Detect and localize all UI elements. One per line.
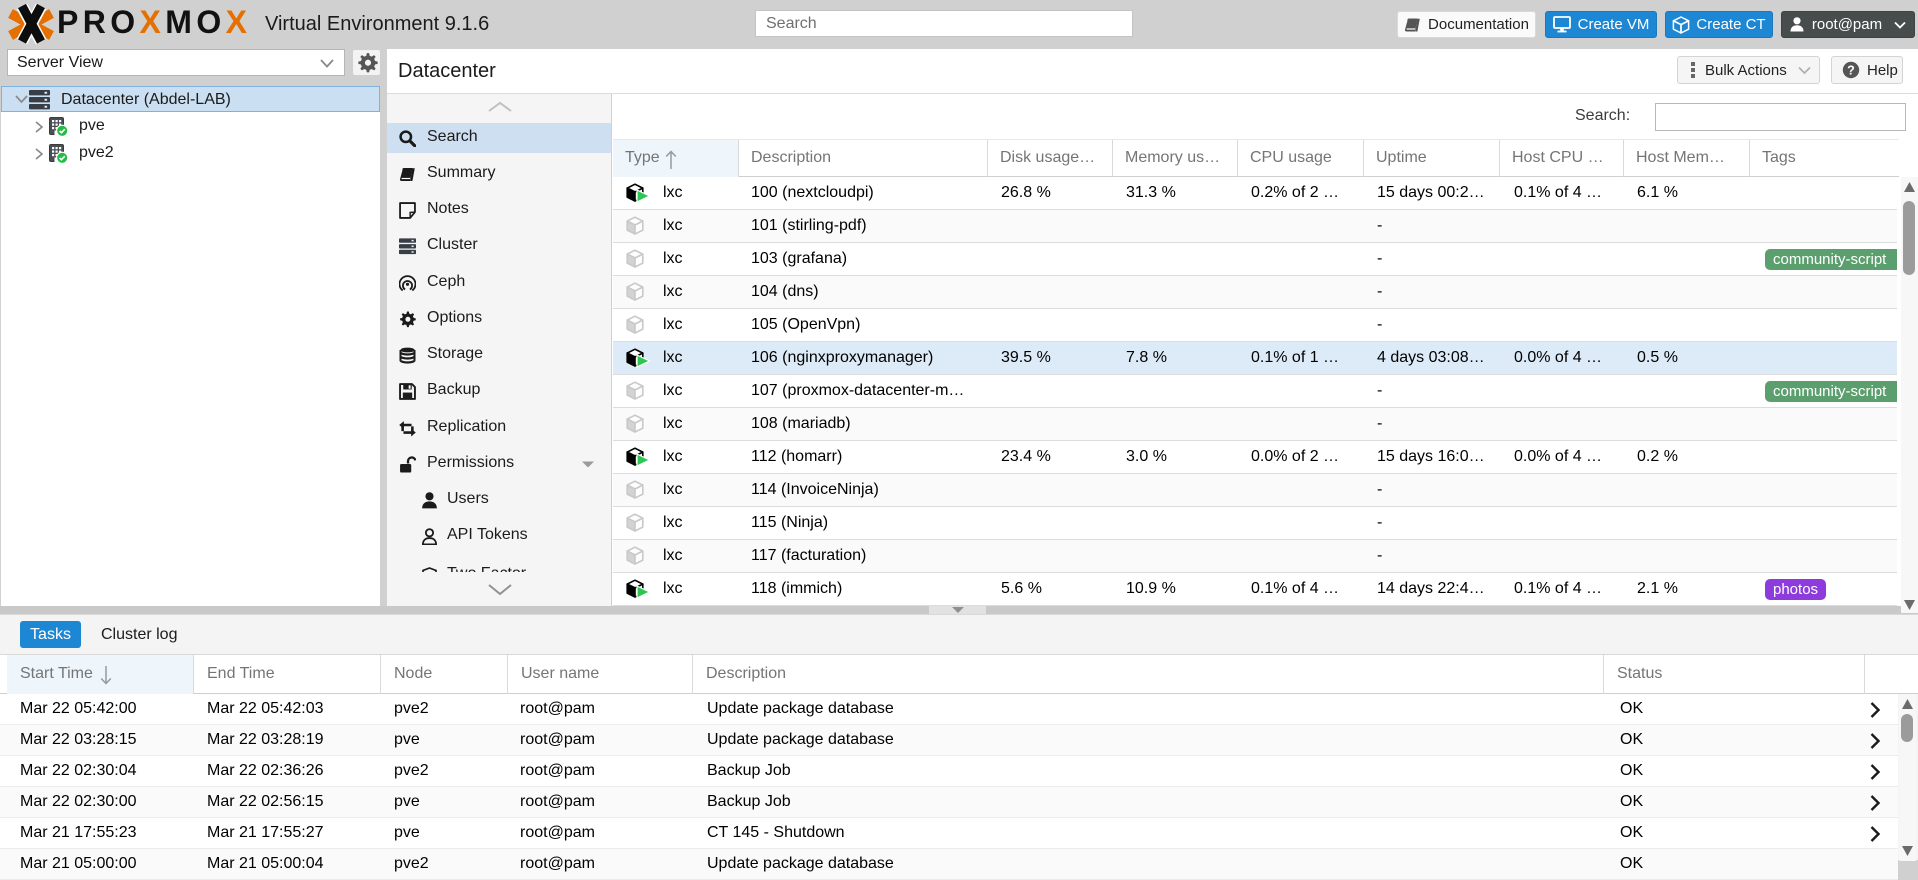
svg-text:?: ? — [1847, 63, 1855, 77]
